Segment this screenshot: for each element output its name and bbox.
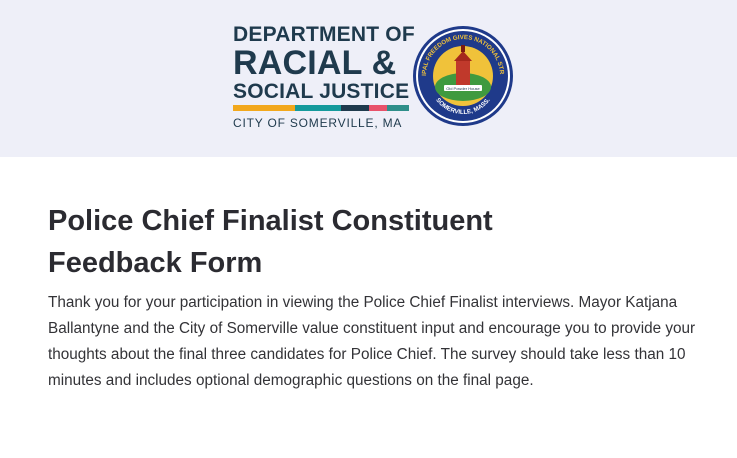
seal-banner-text: Old Powder House [446,86,480,91]
stripe-yellow [233,105,295,111]
logo-line-racial: RACIAL & [233,44,397,82]
stripe-teal [295,105,341,111]
logo-color-stripe [233,105,409,111]
stripe-green [387,105,409,111]
city-seal-icon: Old Powder House MUNICIPAL FREEDOM GIVES… [412,25,513,126]
form-description: Thank you for your participation in view… [48,294,696,389]
logo-city-label: CITY OF SOMERVILLE, MA [233,116,403,130]
stripe-pink [369,105,387,111]
page-title: Police Chief Finalist Constituent Feedba… [48,205,493,279]
header-banner: DEPARTMENT OF RACIAL & SOCIAL JUSTICE CI… [0,0,737,157]
logo-line-department: DEPARTMENT OF [233,23,415,46]
logo-line-social-justice: SOCIAL JUSTICE [233,80,410,103]
stripe-navy [341,105,369,111]
